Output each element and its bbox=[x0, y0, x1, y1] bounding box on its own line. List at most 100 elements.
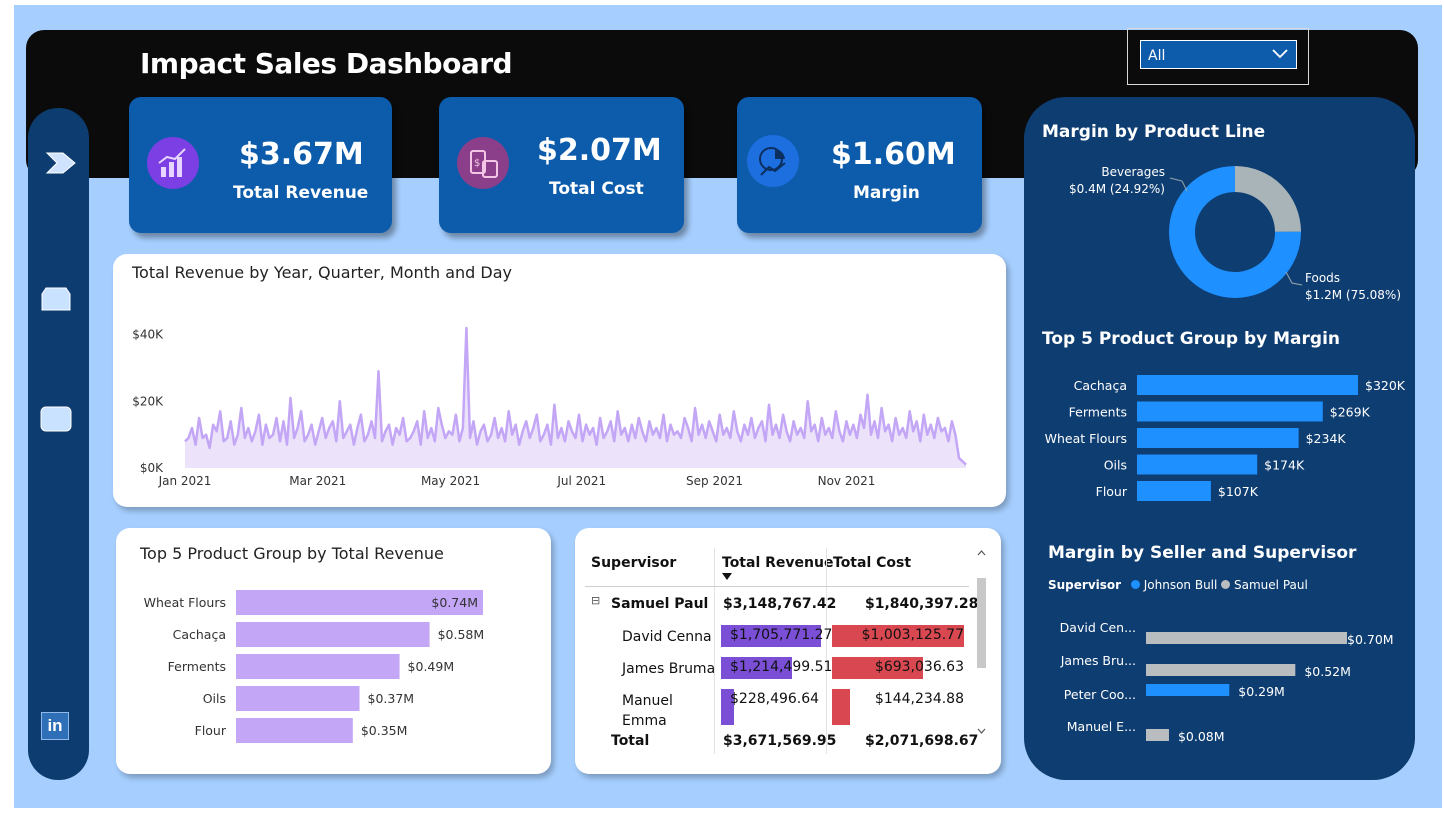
category-label: Flour bbox=[1096, 484, 1128, 499]
linkedin-label: in bbox=[47, 716, 63, 735]
total-cost: $2,071,698.67 bbox=[865, 733, 979, 749]
kpi-value: $2.07M bbox=[537, 133, 662, 168]
scrollbar-thumb[interactable] bbox=[977, 578, 986, 668]
row-cost: $693,036.63 bbox=[874, 659, 964, 675]
data-label: $0.35M bbox=[361, 723, 408, 738]
category-label: Cachaça bbox=[1074, 378, 1127, 393]
sort-desc-icon bbox=[722, 573, 732, 580]
slicer-dropdown[interactable]: All bbox=[1140, 40, 1297, 69]
category-label: Flour bbox=[195, 723, 227, 738]
data-label: $0.37M bbox=[368, 691, 415, 706]
bar bbox=[1137, 481, 1211, 501]
data-label: $0.49M bbox=[408, 659, 455, 674]
sidebar-nav: in bbox=[28, 108, 89, 780]
legend-dot bbox=[1130, 580, 1140, 589]
leader-line bbox=[1169, 177, 1188, 192]
top5-revenue-chart[interactable]: Wheat Flours $0.74M Cachaça $0.58M Ferments $… bbox=[116, 528, 551, 774]
slice-label: $1.2M (75.08%) bbox=[1305, 288, 1401, 302]
y-tick-label: $20K bbox=[132, 394, 164, 408]
total-label: Total bbox=[611, 733, 650, 749]
chart-title: Margin by Product Line bbox=[1042, 122, 1266, 142]
data-label: $234K bbox=[1306, 431, 1347, 446]
bar bbox=[1146, 684, 1230, 696]
page-title: Impact Sales Dashboard bbox=[140, 47, 513, 80]
row-revenue: $228,496.64 bbox=[730, 691, 820, 707]
x-tick-label: Mar 2021 bbox=[289, 474, 346, 488]
category-label: Wheat Flours bbox=[144, 595, 226, 610]
chart-title: Top 5 Product Group by Margin bbox=[1042, 329, 1341, 349]
legend-title: Supervisor bbox=[1048, 578, 1122, 592]
scroll-down-icon[interactable] bbox=[976, 726, 987, 736]
x-tick-label: Jul 2021 bbox=[556, 474, 606, 488]
margin-donut-chart[interactable]: Beverages $0.4M (24.92%) Foods $1.2M (75.08… bbox=[1024, 147, 1415, 347]
bar bbox=[1137, 428, 1299, 448]
svg-text:$: $ bbox=[474, 158, 480, 169]
kpi-value: $3.67M bbox=[239, 137, 364, 172]
x-tick-label: May 2021 bbox=[421, 474, 480, 488]
group-row-cost: $1,840,397.28 bbox=[865, 596, 979, 612]
top5-margin-chart[interactable]: Cachaça $320K Ferments $269K Wheat Flours $23… bbox=[1024, 367, 1415, 507]
kpi-value: $1.60M bbox=[831, 137, 956, 172]
y-tick-label: $40K bbox=[132, 328, 164, 342]
cost-databar bbox=[832, 689, 851, 725]
scroll-up-icon[interactable] bbox=[976, 548, 987, 558]
card-icon[interactable] bbox=[40, 406, 72, 432]
table-scrollbar[interactable] bbox=[976, 548, 987, 743]
column-divider bbox=[714, 548, 715, 754]
bar bbox=[236, 718, 353, 743]
top5-revenue-panel: Top 5 Product Group by Total Revenue Whe… bbox=[116, 528, 551, 774]
legend: Supervisor Johnson Bull Samuel Paul bbox=[1048, 578, 1308, 592]
data-label: $174K bbox=[1264, 458, 1305, 473]
cost-calculator-icon: $ bbox=[457, 137, 509, 189]
category-label: Cachaça bbox=[173, 627, 226, 642]
group-row-revenue: $3,148,767.42 bbox=[723, 596, 837, 612]
slicer-value: All bbox=[1148, 48, 1166, 64]
bar bbox=[1137, 375, 1358, 395]
bar bbox=[1137, 454, 1258, 475]
data-label: $107K bbox=[1218, 484, 1259, 499]
column-header-cost[interactable]: Total Cost bbox=[833, 555, 911, 571]
linkedin-icon[interactable]: in bbox=[41, 712, 69, 740]
supervisor-slicer[interactable]: All bbox=[1127, 28, 1309, 85]
kpi-label: Total Cost bbox=[549, 179, 644, 199]
data-label: $0.70M bbox=[1347, 632, 1394, 647]
kpi-label: Margin bbox=[853, 183, 920, 203]
header-divider bbox=[585, 586, 969, 587]
leader-line bbox=[1285, 271, 1303, 286]
category-label: Ferments bbox=[168, 659, 226, 674]
donut-slice bbox=[1235, 166, 1301, 232]
column-header-revenue[interactable]: Total Revenue bbox=[722, 555, 833, 571]
category-label: David Cen... bbox=[1060, 620, 1136, 635]
right-panel: Margin by Product Line Beverages $0.4M (2… bbox=[1024, 97, 1415, 780]
row-revenue: $1,705,771.27 bbox=[730, 627, 833, 643]
expand-toggle[interactable]: ⊟ bbox=[591, 594, 600, 607]
category-label: Ferments bbox=[1069, 405, 1127, 420]
row-name: Manuel Emma bbox=[622, 693, 673, 729]
category-label: James Bru... bbox=[1060, 653, 1136, 668]
data-label: $0.08M bbox=[1178, 729, 1225, 744]
data-label: $0.58M bbox=[438, 627, 485, 642]
legend-item[interactable]: Samuel Paul bbox=[1234, 578, 1308, 592]
legend-item[interactable]: Johnson Bull bbox=[1144, 578, 1218, 592]
x-tick-label: Jan 2021 bbox=[158, 474, 212, 488]
category-label: Manuel E... bbox=[1067, 719, 1136, 734]
bar bbox=[1146, 729, 1169, 741]
category-label: Peter Coo... bbox=[1064, 687, 1136, 702]
panel-icon[interactable] bbox=[40, 286, 72, 312]
category-label: Oils bbox=[203, 691, 226, 706]
row-name: James Bruma bbox=[622, 661, 716, 677]
kpi-card-revenue: $3.67M Total Revenue bbox=[129, 97, 392, 233]
margin-seller-chart[interactable]: David Cen... $0.70M James Bru... $0.52M Pete… bbox=[1024, 617, 1415, 767]
row-name: David Cenna bbox=[622, 629, 712, 645]
chevron-right-icon[interactable] bbox=[45, 151, 77, 175]
bar bbox=[236, 654, 400, 679]
x-tick-label: Nov 2021 bbox=[818, 474, 876, 488]
column-divider bbox=[826, 548, 827, 754]
group-row-name: Samuel Paul bbox=[611, 596, 709, 612]
kpi-card-margin: $1.60M Margin bbox=[737, 97, 982, 233]
revenue-line-chart[interactable]: $0K $20K $40K Jan 2021 Mar 2021 May 2021 Jul 2… bbox=[113, 254, 1006, 507]
column-header-supervisor[interactable]: Supervisor bbox=[591, 555, 676, 571]
category-label: Oils bbox=[1104, 458, 1127, 473]
legend-dot bbox=[1221, 580, 1231, 589]
data-label: $269K bbox=[1330, 405, 1371, 420]
